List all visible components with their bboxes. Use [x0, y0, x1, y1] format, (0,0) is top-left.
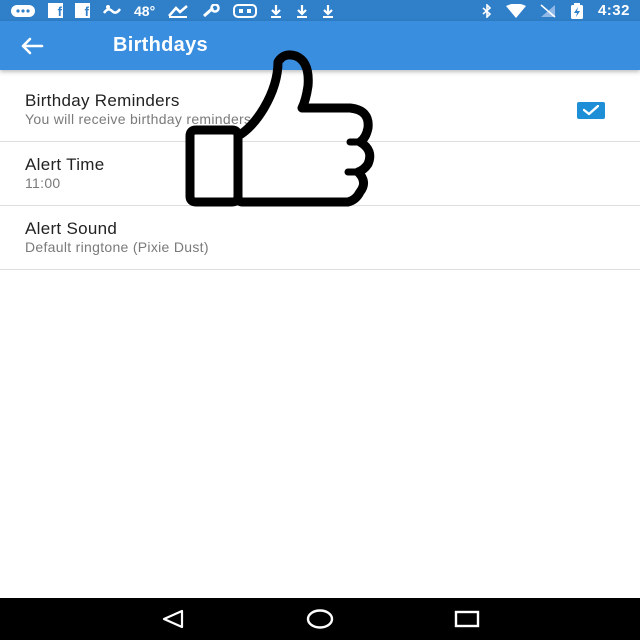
nav-recents-button[interactable]	[447, 599, 487, 639]
circle-home-icon	[305, 608, 335, 630]
download-icon	[269, 3, 283, 19]
wifi-icon	[505, 3, 526, 19]
download-icon-2	[295, 3, 309, 19]
status-bar: f f 48° 4:32	[0, 0, 640, 21]
setting-alert-sound[interactable]: Alert Sound Default ringtone (Pixie Dust…	[0, 206, 640, 270]
back-button[interactable]	[20, 21, 68, 70]
weather-alert-icon	[167, 3, 189, 19]
nav-home-button[interactable]	[300, 599, 340, 639]
navigation-bar	[0, 598, 640, 640]
nav-back-button[interactable]	[153, 599, 193, 639]
download-icon-3	[321, 3, 335, 19]
weather-icon	[102, 3, 122, 19]
arrow-back-icon	[20, 37, 44, 55]
battery-charging-icon	[570, 2, 584, 19]
temperature-text: 48°	[134, 2, 156, 19]
bluetooth-icon	[482, 3, 492, 19]
status-bar-notifications: f f 48°	[10, 3, 335, 19]
clock-text: 4:32	[597, 2, 630, 19]
facebook-icon: f	[48, 3, 63, 18]
setting-title: Alert Sound	[25, 219, 118, 238]
setting-subtitle: Default ringtone (Pixie Dust)	[25, 239, 209, 255]
thumbs-up-icon	[180, 50, 380, 210]
reminders-checkbox[interactable]	[577, 102, 605, 119]
game-icon	[233, 3, 258, 19]
message-icon	[10, 3, 36, 19]
status-bar-system: 4:32	[482, 2, 630, 19]
no-signal-icon	[540, 3, 556, 19]
checkmark-icon	[583, 105, 599, 116]
facebook-icon-2: f	[75, 3, 90, 18]
square-recents-icon	[454, 610, 480, 628]
triangle-back-icon	[161, 609, 185, 629]
wrench-icon	[201, 3, 221, 19]
